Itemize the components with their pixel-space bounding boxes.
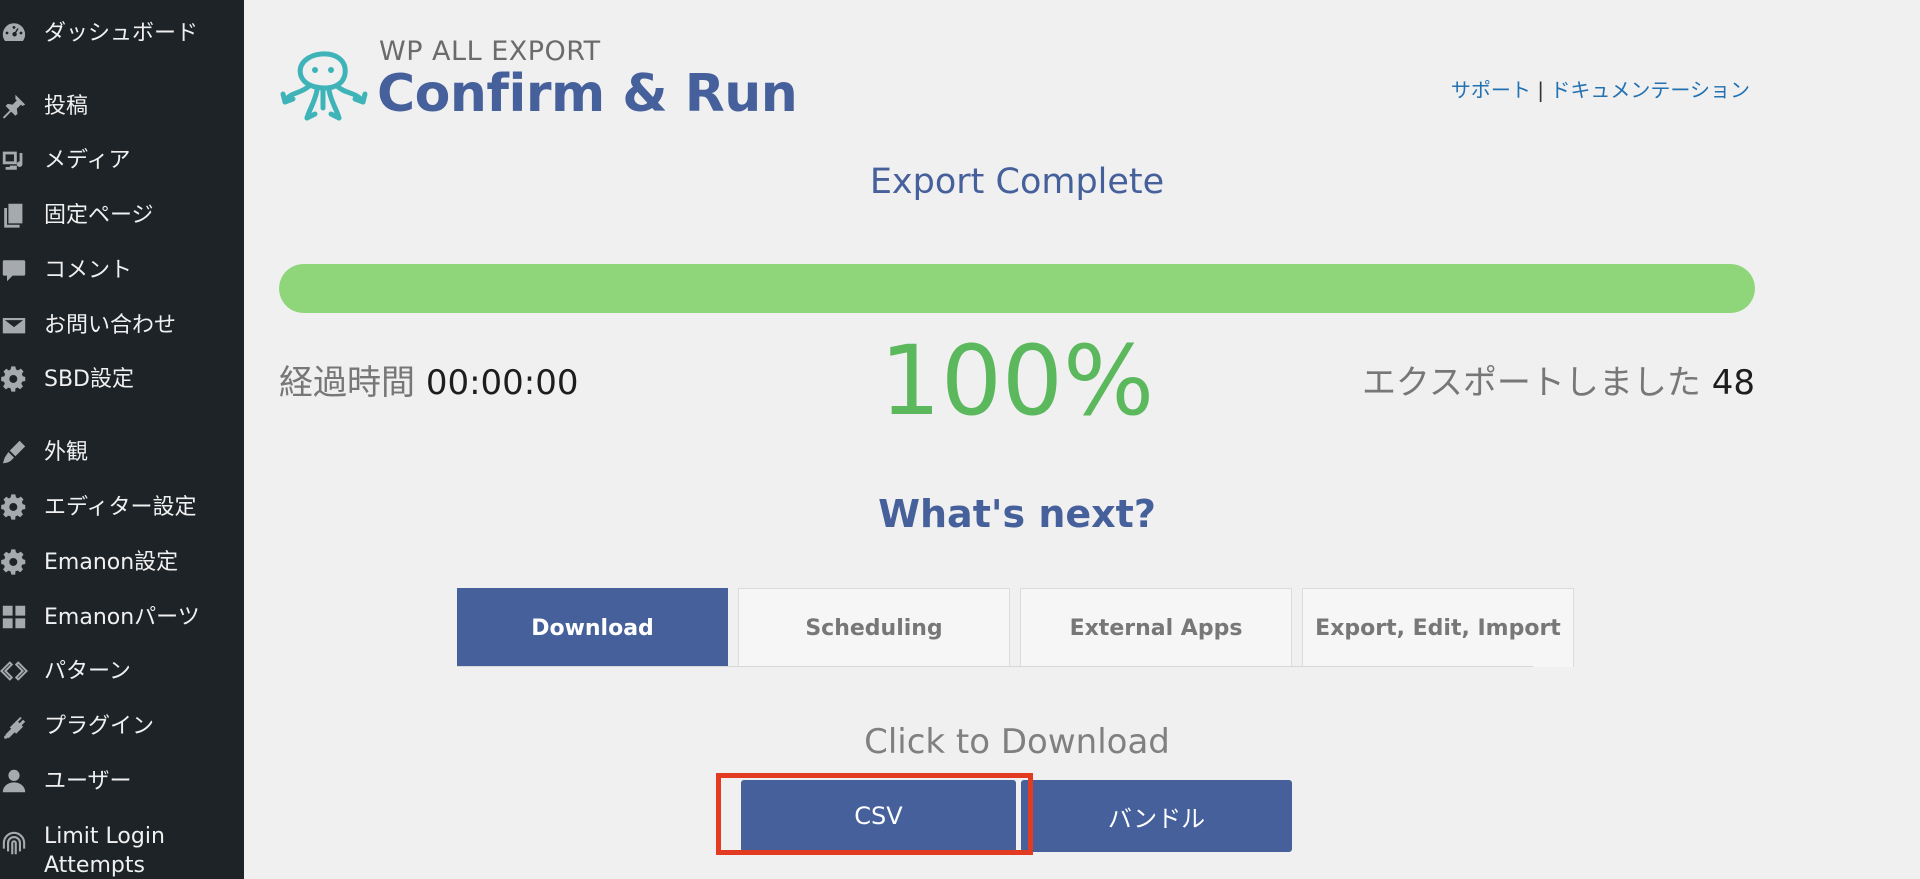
sidebar-item-comments[interactable]: コメント [0, 255, 244, 285]
sidebar-item-label: 外観 [44, 439, 89, 465]
sidebar-item-posts[interactable]: 投稿 [0, 91, 244, 121]
pages-icon [0, 200, 44, 230]
sidebar-item-dashboard[interactable]: ダッシュボード [0, 18, 244, 48]
progress-fill [279, 264, 1755, 313]
sidebar-item-sbd-settings[interactable]: SBD設定 [0, 364, 244, 394]
support-link[interactable]: サポート [1451, 78, 1531, 102]
download-prompt: Click to Download [864, 722, 1170, 762]
sidebar-item-editor-settings[interactable]: エディター設定 [0, 492, 244, 522]
pin-icon [0, 91, 44, 121]
dashboard-icon [0, 18, 44, 48]
sidebar-item-emanon-settings[interactable]: Emanon設定 [0, 547, 244, 577]
sidebar-item-label: エディター設定 [44, 494, 197, 520]
media-icon [0, 145, 44, 175]
sidebar-item-label: Emanon設定 [44, 549, 179, 575]
user-icon [0, 766, 44, 796]
sidebar-item-users[interactable]: ユーザー [0, 766, 244, 796]
progress-bar [279, 264, 1755, 313]
sidebar-item-label: 投稿 [44, 93, 89, 119]
sidebar-item-plugins[interactable]: プラグイン [0, 711, 244, 741]
export-status-message: Export Complete [869, 162, 1165, 202]
sidebar-item-media[interactable]: メディア [0, 145, 244, 175]
grid-icon [0, 602, 44, 632]
brand-name: WP ALL EXPORT [379, 36, 601, 67]
tab-export-edit-import[interactable]: Export, Edit, Import [1302, 588, 1574, 667]
exported-value: 48 [1711, 363, 1755, 403]
sidebar-item-label: Emanonパーツ [44, 604, 200, 630]
sidebar-item-label: コメント [44, 257, 133, 283]
sidebar-item-label: メディア [44, 147, 131, 173]
gear-icon [0, 547, 44, 577]
sidebar-item-pages[interactable]: 固定ページ [0, 200, 244, 230]
sidebar-item-label: プラグイン [44, 713, 155, 739]
sidebar-item-label: お問い合わせ [44, 312, 177, 338]
gear-icon [0, 492, 44, 522]
sidebar-item-label: 固定ページ [44, 202, 154, 228]
tab-scheduling[interactable]: Scheduling [738, 588, 1010, 667]
pattern-icon [0, 656, 44, 686]
download-bundle-button[interactable]: バンドル [1021, 780, 1292, 852]
mail-icon [0, 310, 44, 340]
sidebar-item-label: Limit Login Attempts [44, 824, 165, 878]
tab-download[interactable]: Download [457, 588, 728, 667]
comment-icon [0, 255, 44, 285]
page-title: Confirm & Run [377, 64, 798, 124]
tabs-divider [457, 666, 1533, 667]
sidebar-item-emanon-parts[interactable]: Emanonパーツ [0, 602, 244, 632]
sidebar-item-label: ダッシュボード [44, 20, 199, 46]
sidebar-item-label: SBD設定 [44, 366, 134, 392]
link-separator: | [1537, 78, 1545, 102]
exported-count: エクスポートしました 48 [1362, 355, 1755, 404]
exported-label: エクスポートしました [1361, 363, 1701, 403]
admin-sidebar: ダッシュボード 投稿 メディア 固定ページ コメント お問い合わせ SBD設定 … [0, 0, 244, 879]
sidebar-item-patterns[interactable]: パターン [0, 656, 244, 686]
sidebar-item-limit-login[interactable]: Limit Login Attempts [0, 822, 244, 879]
tab-external-apps[interactable]: External Apps [1020, 588, 1292, 667]
sidebar-item-appearance[interactable]: 外観 [0, 437, 244, 467]
sidebar-item-contact[interactable]: お問い合わせ [0, 310, 244, 340]
whats-next-heading: What's next? [878, 492, 1156, 536]
brush-icon [0, 437, 44, 467]
sidebar-item-label: ユーザー [44, 768, 132, 794]
sidebar-item-label: パターン [44, 658, 131, 684]
header-links: サポート | ドキュメンテーション [1451, 74, 1750, 103]
documentation-link[interactable]: ドキュメンテーション [1550, 78, 1750, 102]
csv-highlight-box [716, 773, 1033, 855]
fingerprint-icon [0, 828, 44, 858]
plugin-icon [0, 711, 44, 741]
gear-icon [0, 364, 44, 394]
octopus-logo-icon [280, 51, 368, 121]
